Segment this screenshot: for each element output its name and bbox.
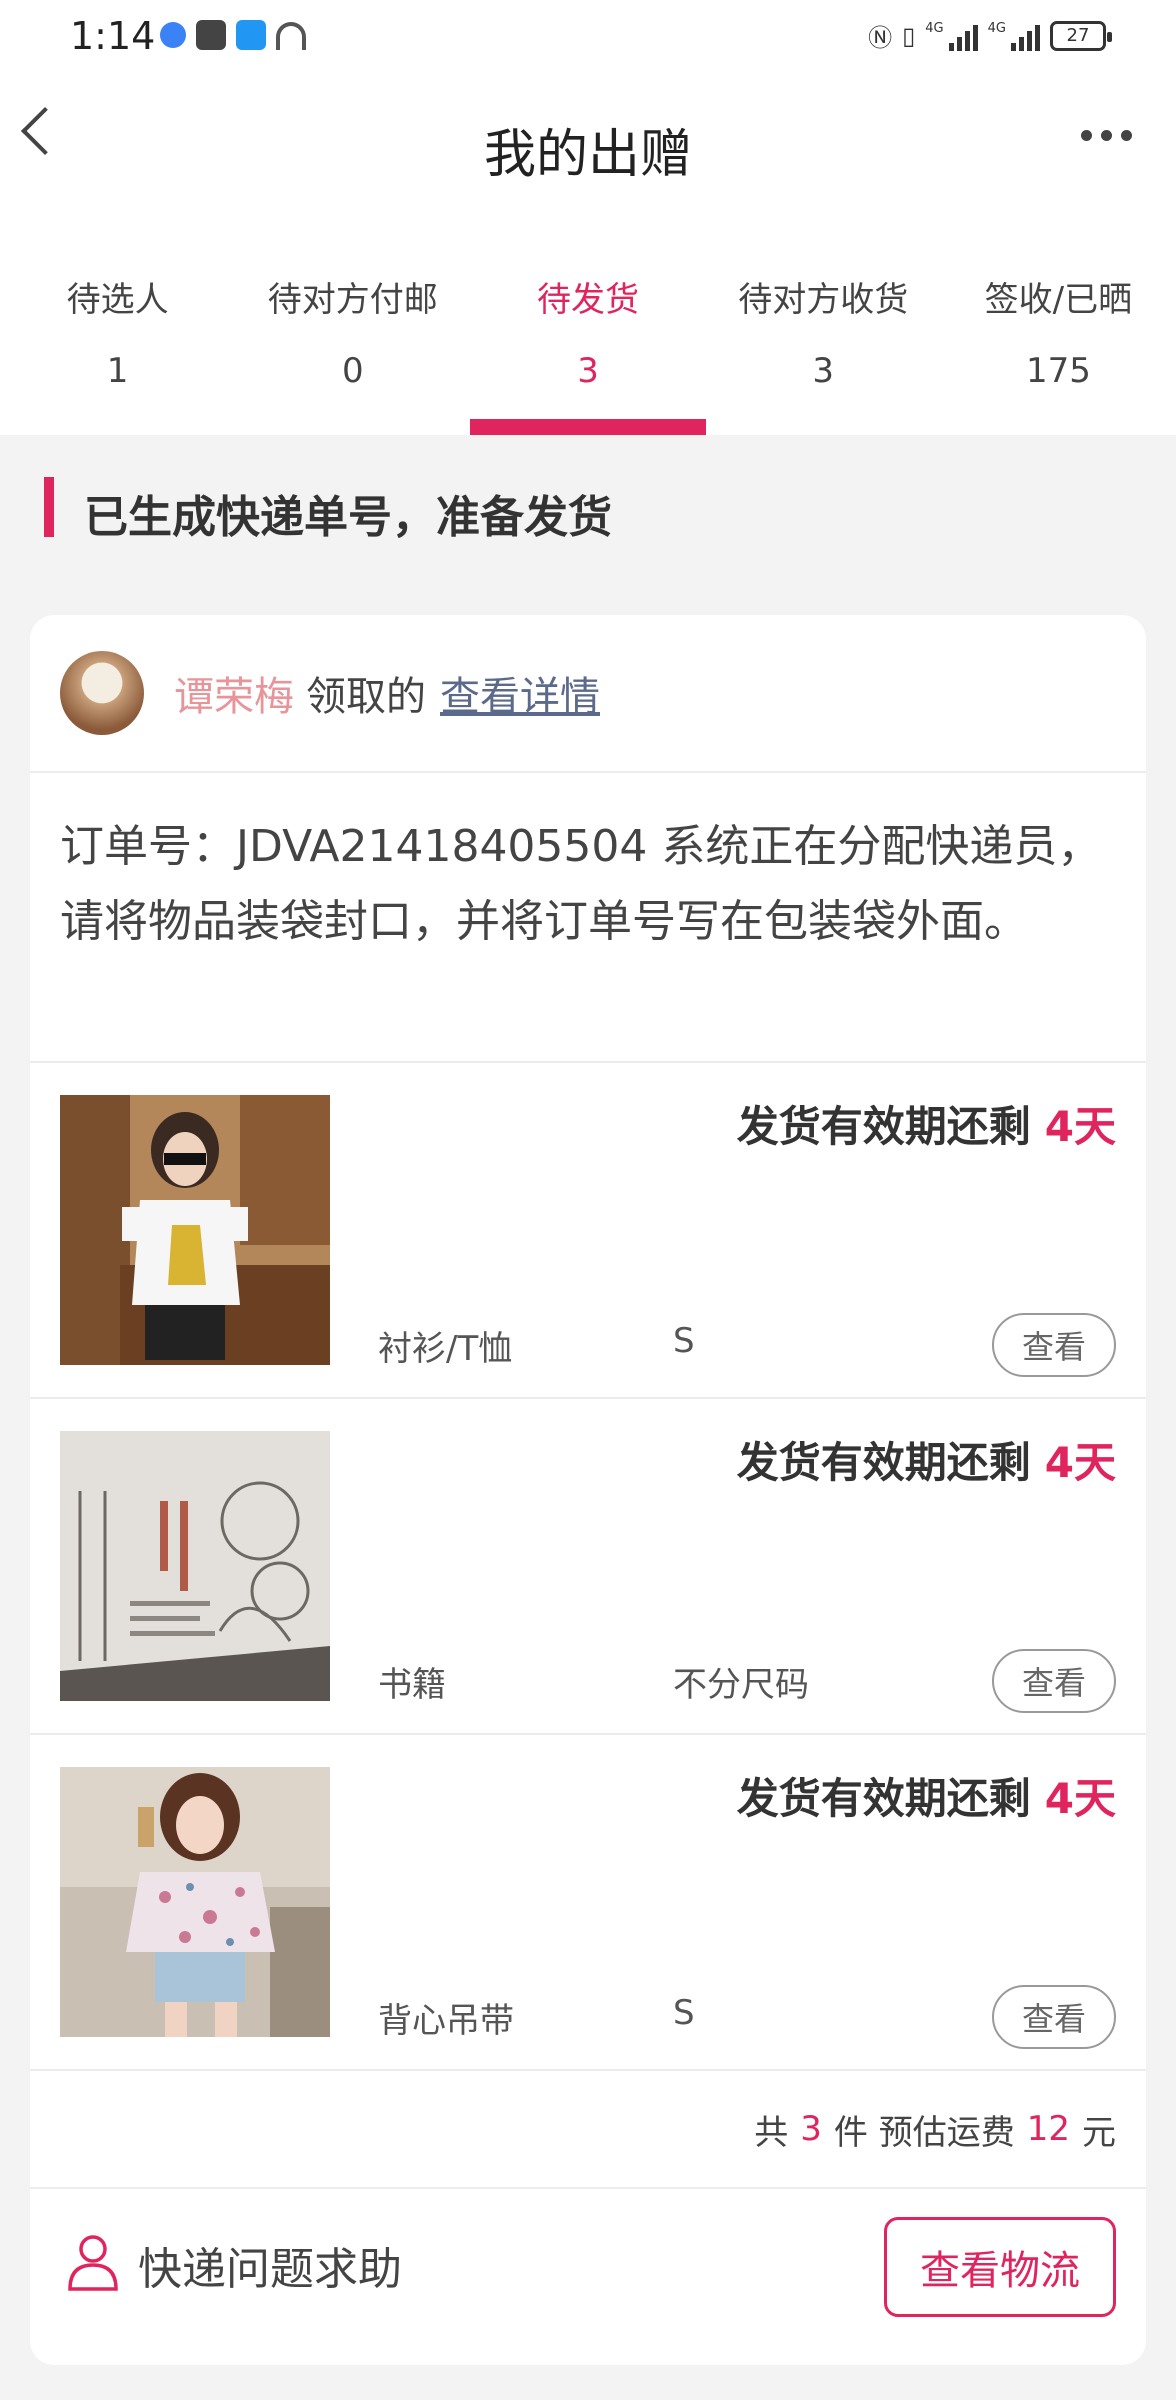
tab-label: 待对方付邮 — [267, 280, 438, 320]
vibrate-icon: ▯ — [902, 21, 916, 50]
more-button[interactable] — [1081, 130, 1132, 141]
item-size: S — [673, 1993, 695, 2033]
tab-label: 待发货 — [537, 280, 639, 320]
status-time: 1:14 — [70, 14, 156, 58]
view-logistics-button[interactable]: 查看物流 — [884, 2217, 1116, 2317]
weather-icon — [236, 20, 266, 50]
more-dot — [1121, 130, 1132, 141]
product-image-book[interactable] — [60, 1431, 330, 1701]
view-item-button[interactable]: 查看 — [992, 1313, 1116, 1377]
shipping-deadline: 发货有效期还剩 4天 — [737, 1765, 1116, 1826]
avatar[interactable] — [60, 651, 144, 735]
product-image-top[interactable] — [60, 1767, 330, 2037]
status-right: Ⓝ ▯ 4G 4G 27 — [868, 18, 1112, 53]
signal-icon: 4G — [925, 21, 978, 51]
view-item-button[interactable]: 查看 — [992, 1649, 1116, 1713]
more-dot — [1101, 130, 1112, 141]
tab-label: 签收/已晒 — [984, 280, 1133, 320]
order-note: 订单号：JDVA21418405504 系统正在分配快递员，请将物品装袋封口，并… — [30, 773, 1146, 1063]
tab-label: 待选人 — [66, 280, 169, 320]
tab-pending-receipt[interactable]: 待对方收货 3 — [706, 220, 941, 435]
item-size: 不分尺码 — [673, 1665, 809, 1705]
summary-fee: 12 — [1026, 2109, 1070, 2149]
page-title: 我的出赠 — [483, 125, 692, 185]
status-tabs: 待选人 1 待对方付邮 0 待发货 3 待对方收货 3 签收/已晒 175 — [0, 220, 1176, 435]
tab-count: 0 — [341, 351, 364, 391]
tab-pending-shipment[interactable]: 待发货 3 — [470, 220, 706, 435]
product-image-shirt[interactable] — [60, 1095, 330, 1365]
deadline-label: 发货有效期还剩 — [736, 1774, 1031, 1823]
section-heading: 已生成快递单号，准备发货 — [0, 435, 1176, 615]
shipping-deadline: 发货有效期还剩 4天 — [737, 1093, 1116, 1154]
summary-suffix: 元 — [1082, 2112, 1116, 2153]
view-item-button[interactable]: 查看 — [992, 1985, 1116, 2049]
summary-middle: 件 预估运费 — [833, 2112, 1015, 2153]
deadline-label: 发货有效期还剩 — [736, 1102, 1031, 1151]
tab-count: 3 — [577, 351, 599, 391]
top-area: 1:14 Ⓝ ▯ 4G 4G 27 我的出赠 待选人 1 待对方付邮 0 待发货… — [0, 0, 1176, 435]
summary-count: 3 — [800, 2109, 822, 2149]
item-category: 书籍 — [378, 1665, 446, 1705]
shipping-deadline: 发货有效期还剩 4天 — [737, 1429, 1116, 1490]
person-icon[interactable] — [66, 2233, 120, 2291]
tab-count: 1 — [106, 351, 129, 391]
tab-received[interactable]: 签收/已晒 175 — [941, 220, 1176, 435]
tab-pending-postage[interactable]: 待对方付邮 0 — [235, 220, 470, 435]
order-card: 谭荣梅 领取的 查看详情 订单号：JDVA21418405504 系统正在分配快… — [30, 615, 1146, 2365]
more-dot — [1081, 130, 1092, 141]
nfc-icon: Ⓝ — [868, 24, 893, 52]
tab-count: 3 — [812, 351, 835, 391]
tab-pending-select[interactable]: 待选人 1 — [0, 220, 235, 435]
list-item: 发货有效期还剩 4天 背心吊带 S 查看 — [30, 1735, 1146, 2071]
battery-icon: 27 — [1050, 20, 1112, 51]
section-accent-bar — [44, 477, 54, 537]
deadline-label: 发货有效期还剩 — [736, 1438, 1031, 1487]
claimer-suffix: 领取的 — [306, 674, 426, 720]
battery-level: 27 — [1066, 25, 1090, 46]
deadline-days: 4天 — [1044, 1774, 1116, 1823]
nav-bar: 我的出赠 — [0, 70, 1176, 220]
section-title: 已生成快递单号，准备发货 — [84, 492, 612, 543]
item-size: S — [673, 1321, 695, 1361]
app-store-icon — [196, 20, 226, 50]
order-summary: 共 3 件 预估运费 12 元 — [30, 2071, 1146, 2189]
claimer-row: 谭荣梅 领取的 查看详情 — [30, 615, 1146, 773]
list-item: 发货有效期还剩 4天 衬衫/T恤 S 查看 — [30, 1063, 1146, 1399]
headphones-icon — [276, 22, 306, 50]
item-category: 背心吊带 — [378, 2001, 514, 2041]
view-details-link[interactable]: 查看详情 — [440, 664, 600, 722]
notification-icons — [160, 20, 306, 50]
tab-count: 175 — [1025, 351, 1091, 391]
signal-icon-2: 4G — [988, 21, 1040, 51]
browser-icon — [160, 22, 186, 48]
shipping-help-link[interactable]: 快递问题求助 — [138, 2233, 402, 2297]
summary-prefix: 共 — [754, 2112, 789, 2153]
list-item: 发货有效期还剩 4天 书籍 不分尺码 查看 — [30, 1399, 1146, 1735]
deadline-days: 4天 — [1044, 1438, 1116, 1487]
tab-label: 待对方收货 — [738, 280, 909, 320]
status-bar: 1:14 Ⓝ ▯ 4G 4G 27 — [0, 0, 1176, 70]
item-category: 衬衫/T恤 — [378, 1329, 513, 1369]
card-footer: 快递问题求助 查看物流 — [30, 2189, 1146, 2359]
deadline-days: 4天 — [1044, 1102, 1116, 1151]
claimer-name[interactable]: 谭荣梅 — [174, 664, 294, 722]
